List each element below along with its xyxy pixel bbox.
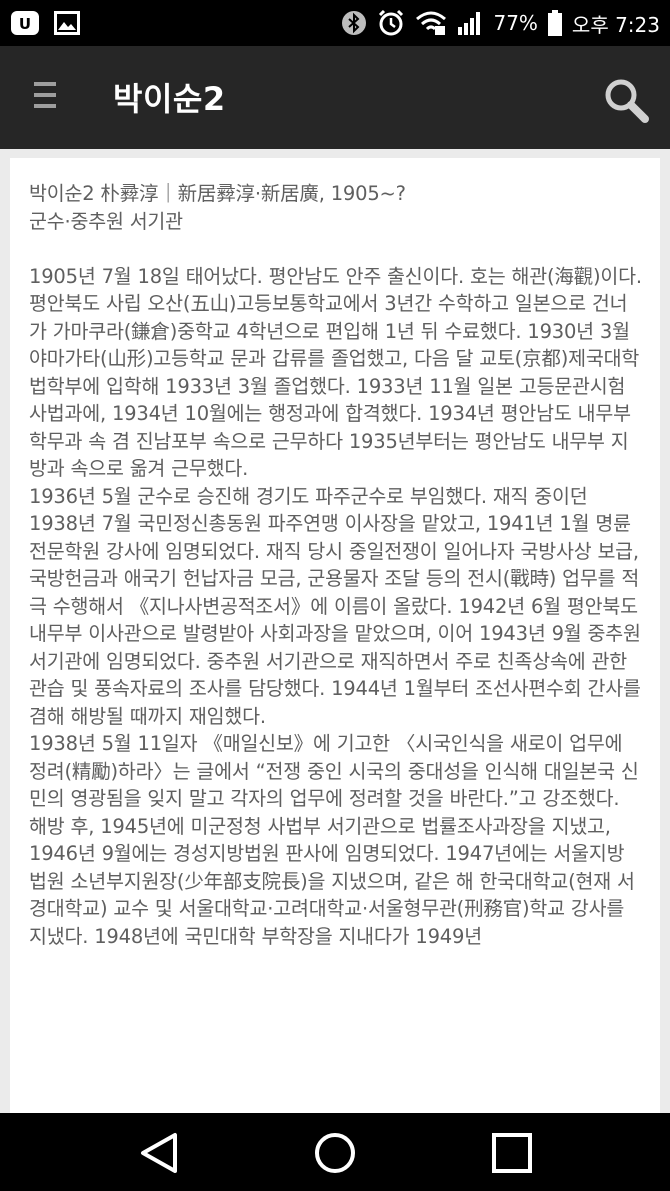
battery-icon <box>547 10 562 36</box>
menu-icon[interactable] <box>34 82 56 112</box>
navigation-bar <box>0 1113 670 1191</box>
alarm-icon <box>377 9 405 37</box>
back-icon[interactable] <box>137 1131 181 1175</box>
search-icon[interactable] <box>602 76 650 124</box>
article-subheading: 군수·중추원 서기관 <box>29 209 183 233</box>
article-paragraph-3: 1938년 5월 11일자 《매일신보》에 기고한 〈시국인식을 새로이 업무에… <box>29 732 639 810</box>
bluetooth-icon <box>341 10 367 36</box>
recents-icon[interactable] <box>490 1131 534 1175</box>
status-bar: U 77% 오후 7:23 <box>0 0 670 46</box>
battery-percent: 77% <box>493 11 538 35</box>
article-heading: 박이순2 朴彛淳｜新居彛淳·新居廣, 1905~? <box>29 182 406 205</box>
page-title: 박이순2 <box>113 80 226 118</box>
home-icon[interactable] <box>313 1131 357 1175</box>
article-content: 박이순2 朴彛淳｜新居彛淳·新居廣, 1905~? 군수·중추원 서기관 190… <box>10 158 660 1113</box>
clock: 오후 7:23 <box>571 12 660 37</box>
article-paragraph-1: 1905년 7월 18일 태어났다. 평안남도 안주 출신이다. 호는 해관(海… <box>29 264 642 481</box>
article-paragraph-2: 1936년 5월 군수로 승진해 경기도 파주군수로 부임했다. 재직 중이던 … <box>29 484 641 728</box>
gallery-icon <box>54 11 80 35</box>
app-logo-icon: U <box>10 10 40 36</box>
svg-text:U: U <box>19 15 31 33</box>
signal-icon <box>457 11 483 35</box>
article-paragraph-4: 해방 후, 1945년에 미군정청 사법부 서기관으로 법률조사과장을 지냈고,… <box>29 814 635 948</box>
app-bar: 박이순2 <box>0 46 670 149</box>
wifi-icon <box>415 10 447 36</box>
